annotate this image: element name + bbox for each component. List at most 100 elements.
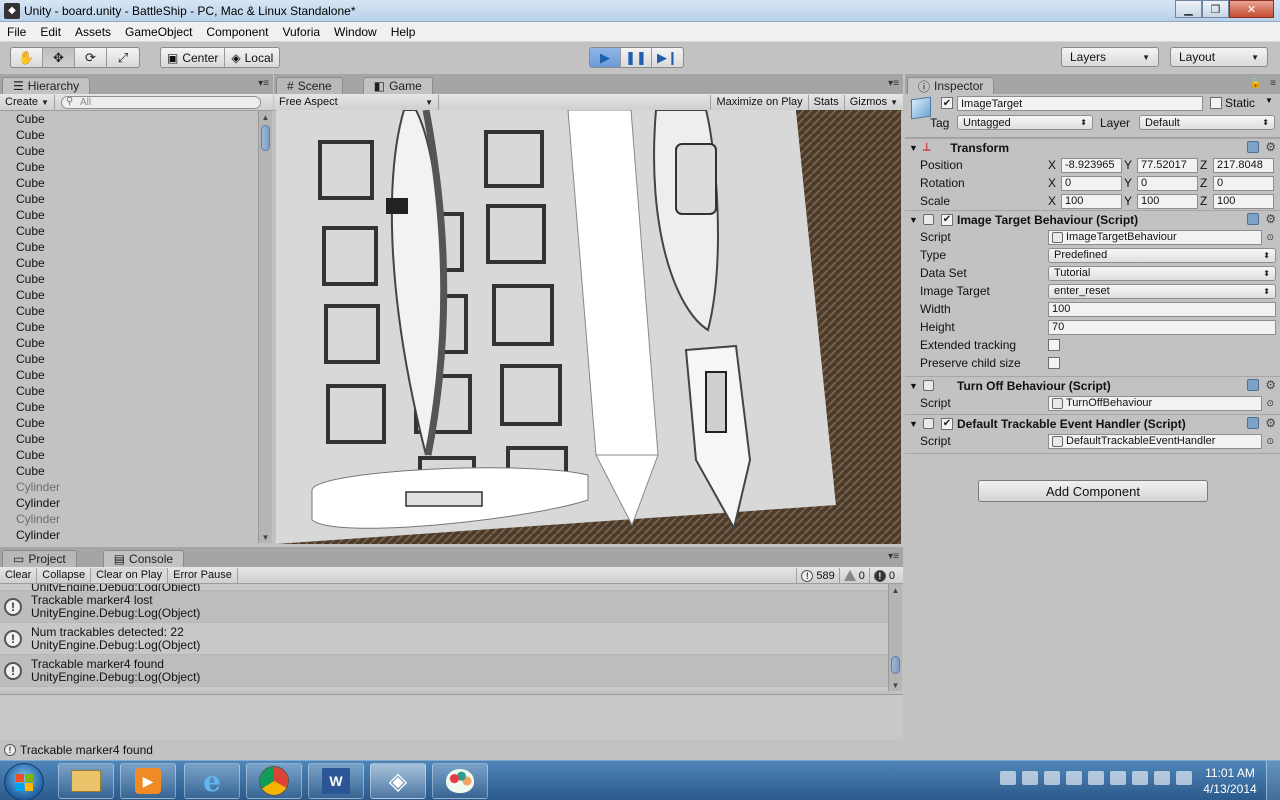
- tab-project[interactable]: ▭ Project: [2, 550, 77, 567]
- transform-header[interactable]: ▼ ⟂ Transform ⚙: [905, 138, 1280, 156]
- menu-vuforia[interactable]: Vuforia: [275, 25, 327, 39]
- tab-console[interactable]: ▤ Console: [102, 550, 185, 567]
- tray-flag-icon[interactable]: [1088, 771, 1104, 785]
- menu-window[interactable]: Window: [327, 25, 384, 39]
- hierarchy-scrollbar[interactable]: ▲ ▼: [258, 111, 272, 543]
- hierarchy-item[interactable]: Cube: [0, 239, 258, 255]
- pivot-center-button[interactable]: ▣ Center: [161, 48, 226, 67]
- rotation-z-field[interactable]: 0: [1213, 175, 1274, 191]
- log-entry[interactable]: ! Trackable marker4 lost UnityEngine.Deb…: [0, 591, 888, 623]
- hierarchy-item[interactable]: Cube: [0, 351, 258, 367]
- hierarchy-item[interactable]: Cube: [0, 191, 258, 207]
- console-detail-area[interactable]: [0, 694, 903, 740]
- hierarchy-item[interactable]: Cube: [0, 303, 258, 319]
- object-picker-icon[interactable]: ⊙: [1266, 398, 1274, 409]
- log-entry[interactable]: UnityEngine.Debug:Log(Object): [0, 584, 888, 594]
- hierarchy-search-input[interactable]: ⚲ All: [60, 95, 261, 109]
- dteh-enabled-checkbox[interactable]: ✔: [941, 417, 953, 430]
- maximize-on-play-button[interactable]: Maximize on Play: [710, 94, 807, 110]
- image-target-dropdown[interactable]: enter_reset ⬍: [1048, 283, 1276, 299]
- log-entry[interactable]: ! Num trackables detected: 22 UnityEngin…: [0, 623, 888, 655]
- dteh-script-field[interactable]: DefaultTrackableEventHandler: [1048, 433, 1262, 449]
- turn-off-behaviour-header[interactable]: ▼ Turn Off Behaviour (Script) ⚙: [905, 376, 1280, 394]
- hierarchy-item[interactable]: Cube: [0, 367, 258, 383]
- hierarchy-item[interactable]: Cube: [0, 431, 258, 447]
- paint-taskbar-icon[interactable]: [432, 763, 488, 799]
- tray-app-icon[interactable]: [1000, 771, 1016, 785]
- tray-volume-icon[interactable]: [1132, 771, 1148, 785]
- hierarchy-item[interactable]: Cube: [0, 383, 258, 399]
- active-checkbox[interactable]: ✔: [941, 97, 953, 109]
- game-panel-menu-icon[interactable]: ▾≡: [888, 78, 899, 89]
- error-pause-button[interactable]: Error Pause: [168, 567, 238, 583]
- warning-count-toggle[interactable]: 0: [838, 568, 869, 583]
- image-target-behaviour-header[interactable]: ▼ ✔ Image Target Behaviour (Script) ⚙: [905, 210, 1280, 228]
- close-button[interactable]: ✕: [1229, 0, 1274, 18]
- hierarchy-item[interactable]: Cylinder: [0, 527, 258, 543]
- internet-explorer-taskbar-icon[interactable]: e: [184, 763, 240, 799]
- tray-signal-icon[interactable]: [1154, 771, 1170, 785]
- object-picker-icon[interactable]: ⊙: [1266, 436, 1274, 447]
- hierarchy-item[interactable]: Cube: [0, 335, 258, 351]
- console-scroll-thumb[interactable]: [891, 656, 900, 674]
- show-desktop-button[interactable]: [1266, 761, 1280, 800]
- lock-icon[interactable]: 🔒: [1250, 78, 1262, 89]
- log-count-toggle[interactable]: ! 589: [796, 568, 838, 583]
- hierarchy-item[interactable]: Cube: [0, 127, 258, 143]
- scroll-down-icon[interactable]: ▼: [259, 531, 272, 543]
- step-icon[interactable]: ▶❙: [652, 48, 683, 67]
- help-book-icon[interactable]: [1247, 141, 1260, 153]
- scale-tool-icon[interactable]: ⤢: [107, 48, 139, 67]
- menu-help[interactable]: Help: [384, 25, 423, 39]
- word-taskbar-icon[interactable]: W: [308, 763, 364, 799]
- itb-script-field[interactable]: ImageTargetBehaviour: [1048, 229, 1262, 245]
- add-component-button[interactable]: Add Component: [978, 480, 1208, 502]
- taskbar-clock[interactable]: 11:01 AM 4/13/2014: [1198, 765, 1262, 797]
- hierarchy-item[interactable]: Cube: [0, 271, 258, 287]
- rotation-x-field[interactable]: 0: [1061, 175, 1122, 191]
- tray-display-icon[interactable]: [1022, 771, 1038, 785]
- clear-on-play-button[interactable]: Clear on Play: [91, 567, 169, 583]
- create-dropdown[interactable]: Create ▼: [0, 94, 55, 110]
- height-field[interactable]: 70: [1048, 319, 1276, 335]
- unity-taskbar-icon[interactable]: ◈: [370, 763, 426, 799]
- tob-script-field[interactable]: TurnOffBehaviour: [1048, 395, 1262, 411]
- hierarchy-item[interactable]: Cube: [0, 415, 258, 431]
- collapse-button[interactable]: Collapse: [37, 567, 92, 583]
- scale-y-field[interactable]: 100: [1137, 193, 1198, 209]
- log-entry[interactable]: ! Trackable marker4 found UnityEngine.De…: [0, 655, 888, 687]
- hierarchy-item[interactable]: Cube: [0, 159, 258, 175]
- layout-dropdown[interactable]: Layout ▼: [1170, 47, 1268, 67]
- hierarchy-item[interactable]: Cube: [0, 175, 258, 191]
- gear-icon[interactable]: ⚙: [1265, 379, 1276, 391]
- tray-network-adapter-icon[interactable]: [1044, 771, 1060, 785]
- explorer-taskbar-icon[interactable]: [58, 763, 114, 799]
- hierarchy-item[interactable]: Cylinder: [0, 511, 258, 527]
- tab-scene[interactable]: # Scene: [276, 77, 343, 94]
- gear-icon[interactable]: ⚙: [1265, 213, 1276, 225]
- width-field[interactable]: 100: [1048, 301, 1276, 317]
- tray-power-icon[interactable]: [1110, 771, 1126, 785]
- help-book-icon[interactable]: [1247, 379, 1260, 391]
- console-panel-menu-icon[interactable]: ▾≡: [888, 551, 899, 562]
- hierarchy-item[interactable]: Cube: [0, 111, 258, 127]
- preserve-child-size-checkbox[interactable]: [1048, 357, 1060, 369]
- hierarchy-item[interactable]: Cube: [0, 143, 258, 159]
- layers-dropdown[interactable]: Layers ▼: [1061, 47, 1159, 67]
- error-count-toggle[interactable]: ! 0: [868, 568, 899, 583]
- hierarchy-item[interactable]: Cube: [0, 463, 258, 479]
- rotate-tool-icon[interactable]: ⟳: [75, 48, 107, 67]
- position-z-field[interactable]: 217.8048: [1213, 157, 1274, 173]
- menu-edit[interactable]: Edit: [33, 25, 68, 39]
- layer-dropdown[interactable]: Default ⬍: [1139, 115, 1275, 130]
- hierarchy-item[interactable]: Cube: [0, 255, 258, 271]
- default-trackable-event-handler-header[interactable]: ▼ ✔ Default Trackable Event Handler (Scr…: [905, 414, 1280, 432]
- tab-game[interactable]: ◧ Game: [362, 77, 433, 94]
- move-tool-icon[interactable]: ✥: [43, 48, 75, 67]
- help-book-icon[interactable]: [1247, 417, 1260, 429]
- game-viewport[interactable]: [276, 110, 901, 544]
- pivot-local-button[interactable]: ◈ Local: [225, 48, 279, 67]
- scale-x-field[interactable]: 100: [1061, 193, 1122, 209]
- media-player-taskbar-icon[interactable]: ▶: [120, 763, 176, 799]
- position-y-field[interactable]: 77.52017: [1137, 157, 1198, 173]
